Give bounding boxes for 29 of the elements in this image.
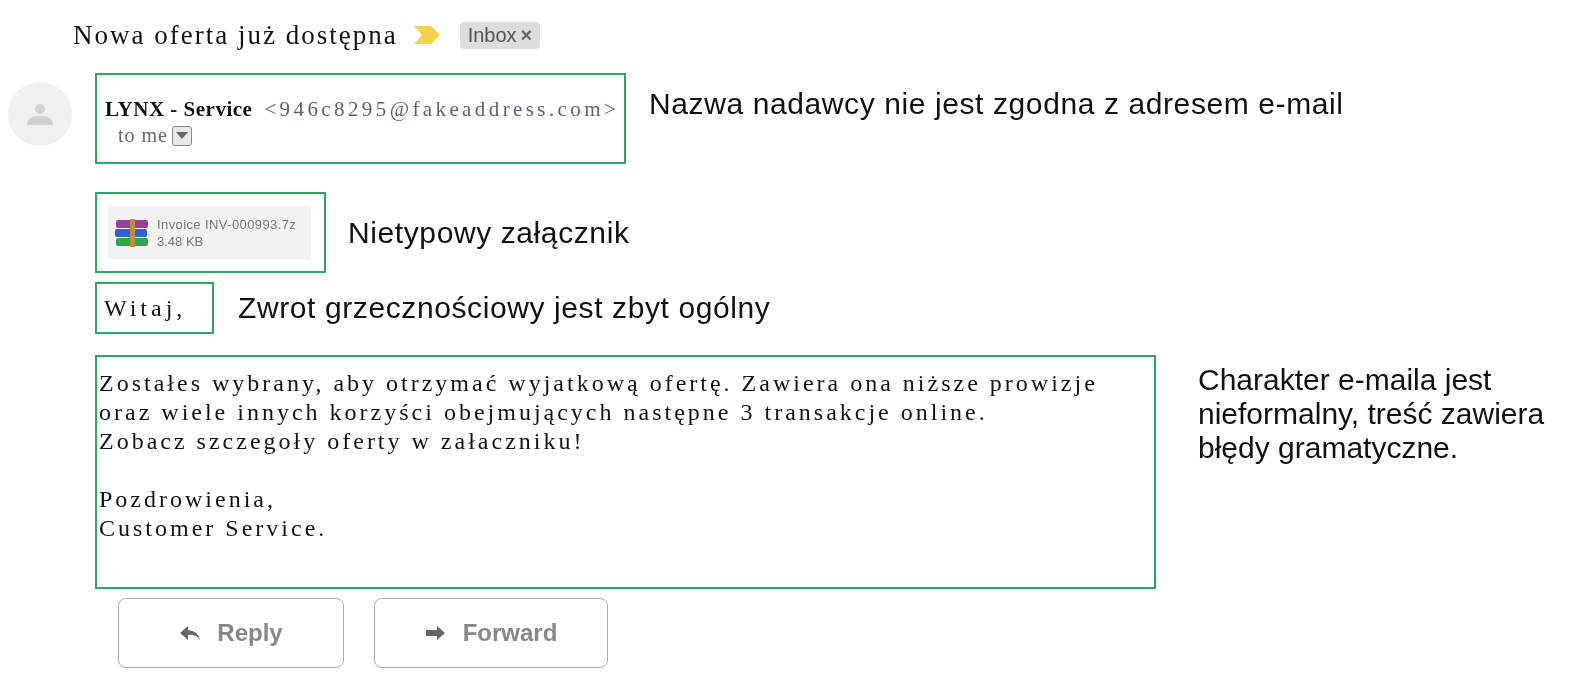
file-size: 3.48 KB	[157, 233, 205, 249]
book-stack-icon	[114, 218, 150, 247]
sender-name: LYNX - Service	[105, 97, 253, 121]
importance-marker-icon	[413, 26, 440, 44]
annotation: Nietypowy załącznik	[348, 215, 630, 250]
body-line: oraz wiele innych korzyści obejmujących następne 3 transakcje online.	[99, 398, 989, 427]
annotation: Charakter e-maila jest nieformalny, treść zawiera błędy gramatyczne.	[1198, 363, 1546, 465]
arrow-right-icon	[424, 624, 447, 642]
forward-button[interactable]: Forward	[374, 598, 608, 668]
reply-button[interactable]: Reply	[118, 598, 344, 668]
dropdown-button[interactable]	[172, 125, 192, 146]
body-line: Pozdrowienia,	[99, 485, 277, 514]
caret-icon	[176, 131, 188, 140]
attachment-tile[interactable]: Invoice INV-000993.7z 3.48 KB	[108, 206, 311, 259]
sender-email: <946c8295@fakeaddress.com>	[264, 97, 620, 121]
close-icon[interactable]: ×	[520, 23, 533, 47]
label-text: Inbox	[467, 23, 517, 47]
recipient-text: to me	[118, 124, 168, 147]
file-name: Invoice INV-000993.7z	[157, 216, 297, 232]
reply-icon	[179, 624, 202, 642]
label-chip[interactable]: Inbox ×	[459, 21, 541, 49]
body-line: Zostałes wybrany, aby otrzymać wyjatkową ofertę. Zawiera ona niższe prowizje	[99, 369, 1099, 398]
email-subject: Nowa oferta już dostępna	[73, 19, 398, 51]
person-icon	[25, 103, 55, 125]
greeting-text: Witaj,	[104, 294, 187, 322]
body-line: Zobacz szczegoły oferty w załaczniku!	[99, 427, 586, 456]
annotation: Nazwa nadawcy nie jest zgodna z adresem e-mail	[649, 87, 1344, 121]
body-line: Customer Service.	[99, 514, 329, 543]
annotation: Zwrot grzecznościowy jest zbyt ogólny	[238, 291, 771, 325]
